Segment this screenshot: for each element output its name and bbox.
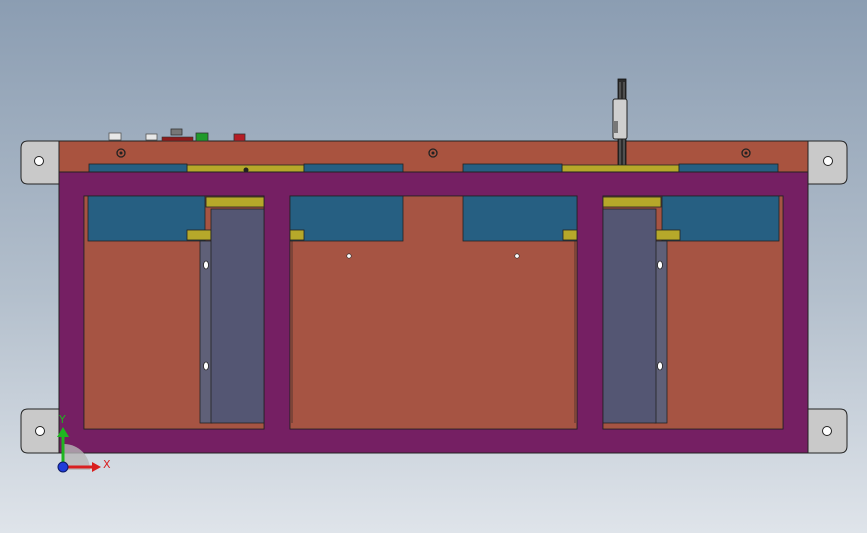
model-canvas[interactable] — [0, 0, 867, 533]
z-axis-dot — [57, 461, 69, 473]
gray-cap — [170, 128, 183, 136]
green-cap — [195, 132, 209, 142]
red-cap — [233, 133, 246, 142]
axis-label-y: Y — [59, 413, 66, 426]
white-cap-2 — [145, 133, 158, 141]
graphics-viewport[interactable]: Y X — [0, 0, 867, 533]
axis-label-x: X — [103, 458, 111, 471]
bay-left — [83, 195, 265, 430]
bay-right — [602, 195, 784, 430]
white-cap-1 — [108, 132, 122, 141]
red-base — [161, 136, 194, 142]
indicator-lamps — [108, 128, 246, 142]
bay-center — [289, 195, 578, 430]
